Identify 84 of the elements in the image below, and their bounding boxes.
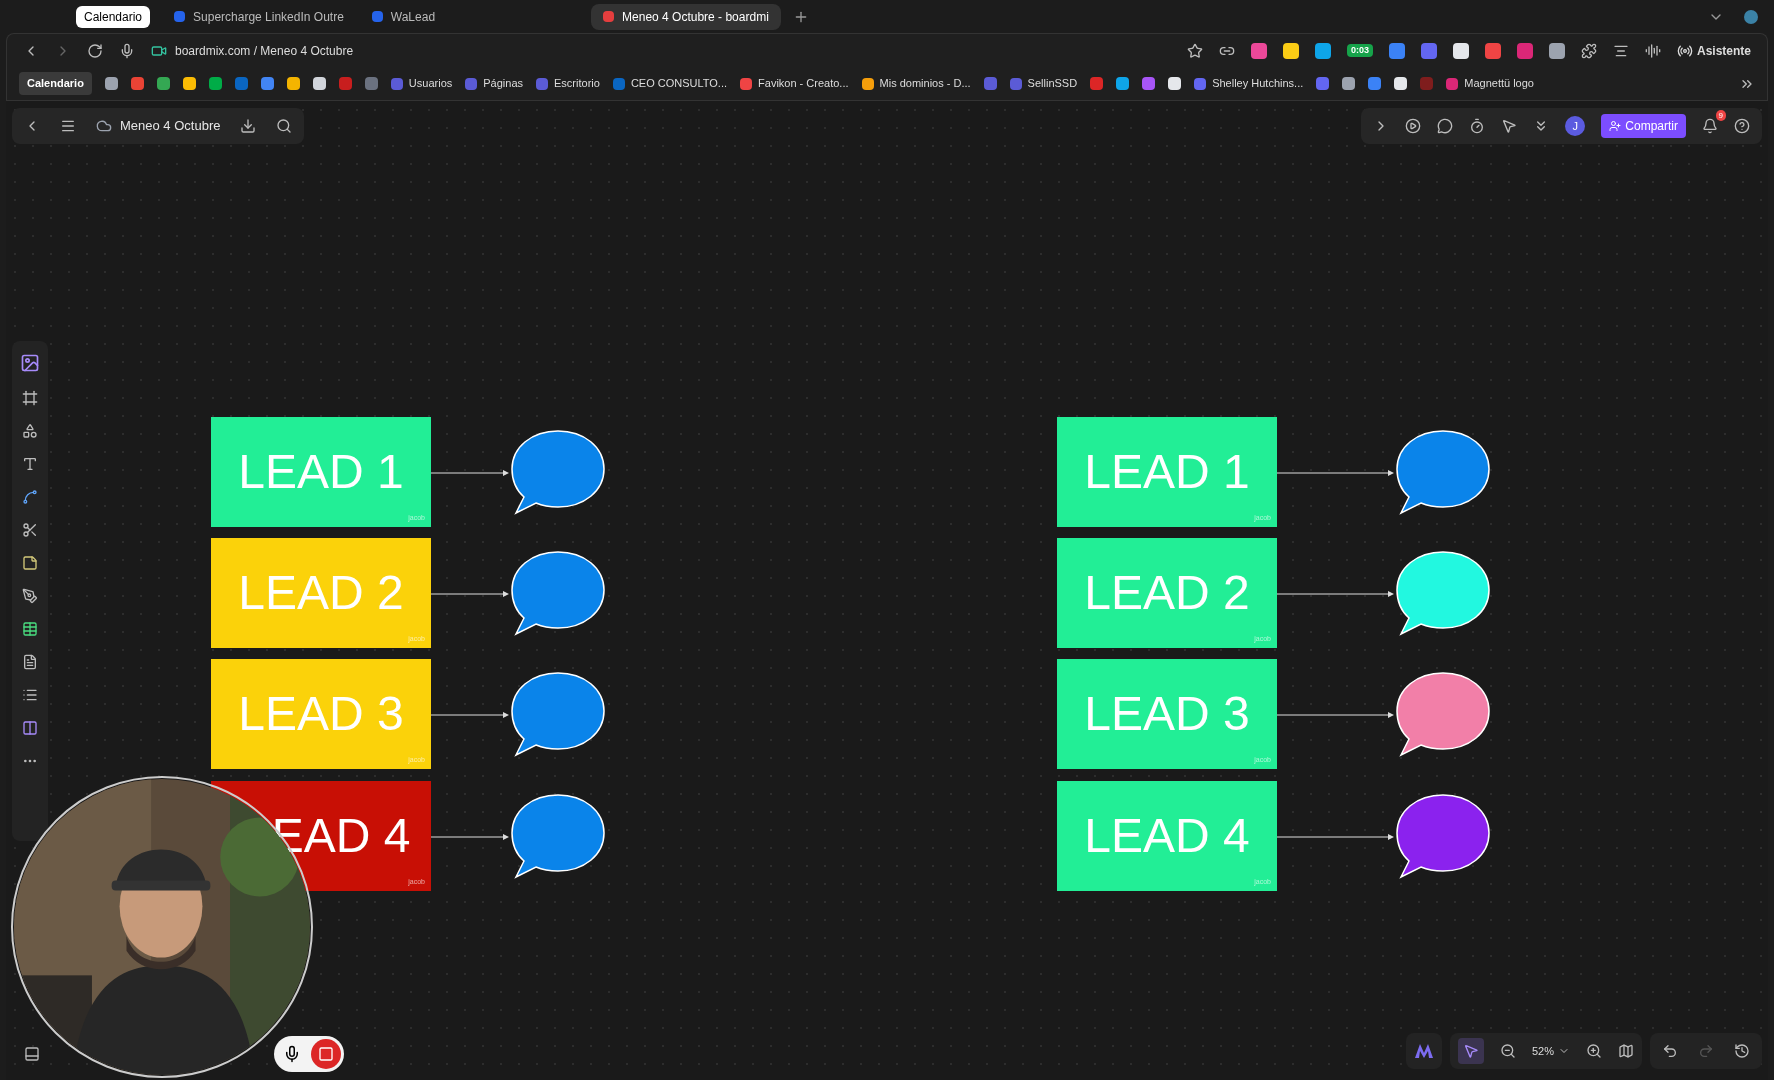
bookmark-icon[interactable] [104,77,118,90]
extension-icon[interactable] [1282,42,1299,59]
favicon-icon [371,11,383,22]
lead-label: LEAD 3 [238,686,404,742]
share-button[interactable]: Compartir [1601,114,1686,138]
image-icon[interactable] [20,353,40,373]
globe-icon[interactable] [1744,9,1758,24]
bookmark-link[interactable]: CEO CONSULTO... [612,75,728,92]
shapes-icon[interactable] [22,423,38,439]
kanban-icon[interactable] [22,720,38,736]
connector-icon[interactable] [22,489,38,505]
text-icon[interactable] [22,456,38,472]
stop-icon [318,1046,334,1062]
history-icon[interactable] [1734,1043,1750,1059]
bookmark-icon[interactable] [208,77,222,90]
select-tool-icon[interactable] [1457,1038,1484,1064]
table-icon[interactable] [22,621,38,637]
assistant-button[interactable]: Asistente [1676,41,1751,60]
lead-label: LEAD 2 [238,565,404,621]
lead-label: LEAD 3 [1084,686,1250,742]
comment-icon[interactable] [1437,118,1454,134]
microphone-icon[interactable] [119,42,135,59]
favicon-icon [174,11,186,22]
frame-icon[interactable] [22,390,38,406]
undo-icon[interactable] [1662,1043,1678,1059]
bookmark-link[interactable]: Escritorio [536,75,600,92]
lead-label: LEAD 1 [1084,444,1250,500]
notification-icon[interactable] [1702,118,1718,134]
pen-icon[interactable] [22,588,38,604]
lead-label: LEAD 1 [238,444,404,500]
browser-tab[interactable]: Meneo 4 Octubre - boardmi [591,3,781,30]
panel-icon[interactable] [24,1046,40,1062]
search-icon[interactable] [276,118,293,134]
bookmark-link[interactable]: Páginas [465,75,524,92]
browser-tab[interactable]: Supercharge LinkedIn Outre [162,3,356,30]
bookmark-link[interactable]: Magnettü logo [1446,75,1534,92]
help-icon[interactable] [1734,118,1750,134]
document-icon[interactable] [22,654,38,670]
puzzle-icon[interactable] [1580,42,1597,59]
scissors-icon[interactable] [22,522,38,538]
zoom-in-icon[interactable] [1586,1043,1602,1059]
bookmark-icon[interactable] [156,77,170,90]
menu-icon[interactable] [60,118,76,134]
user-avatar[interactable]: J [1565,116,1586,136]
bookmark-link[interactable]: Favikon - Creato... [740,75,849,92]
list-icon[interactable] [22,687,38,703]
reload-icon[interactable] [87,42,103,59]
audio-icon[interactable] [1644,42,1661,59]
bookmark-icon[interactable] [1342,77,1356,90]
bookmark-icon[interactable] [1168,77,1182,90]
board-title[interactable]: Meneo 4 Octubre [120,116,221,136]
bookmark-button[interactable]: Calendario [19,72,92,95]
pointer-icon[interactable] [1501,118,1518,134]
map-icon[interactable] [1618,1043,1634,1059]
extension-icon[interactable] [1314,42,1331,59]
add-user-icon [1609,120,1622,132]
address-field[interactable]: boardmix.com / Meneo 4 Octubre [175,41,354,60]
ai-logo-icon[interactable] [1405,1033,1442,1069]
bookmark-icon[interactable] [286,77,300,90]
favicon-icon [603,11,615,22]
play-icon[interactable] [1405,118,1422,134]
bookmark-icon[interactable] [1394,77,1408,90]
cloud-icon[interactable] [96,118,112,134]
lead-label: LEAD 2 [1084,565,1250,621]
lead-label: LEAD 4 [1084,808,1250,864]
bookmark-icon[interactable] [182,77,196,90]
bookmark-icon[interactable] [1116,77,1130,90]
stop-recording-button[interactable] [311,1039,341,1069]
star-icon[interactable] [1186,42,1203,59]
browser-tab[interactable]: Calendario [76,5,151,28]
sticky-note-icon[interactable] [22,555,38,571]
download-icon[interactable] [240,118,257,134]
extension-icon[interactable] [1452,42,1469,59]
zoom-level[interactable]: 52% [1531,1042,1554,1060]
bookmark-link[interactable]: Usuarios [390,75,453,92]
bookmark-link[interactable]: Shelley Hutchins... [1194,75,1304,92]
notification-badge: 9 [1715,110,1726,121]
timer-icon[interactable] [1469,118,1486,134]
bookmark-link[interactable]: SellinSSD [1009,75,1078,92]
bookmark-link[interactable]: Mis dominios - D... [861,75,971,92]
bookmark-icon[interactable] [312,77,326,90]
browser-tab[interactable]: WaLead [359,3,448,30]
zoom-out-icon[interactable] [1499,1043,1516,1059]
extension-icon[interactable] [1548,42,1565,59]
